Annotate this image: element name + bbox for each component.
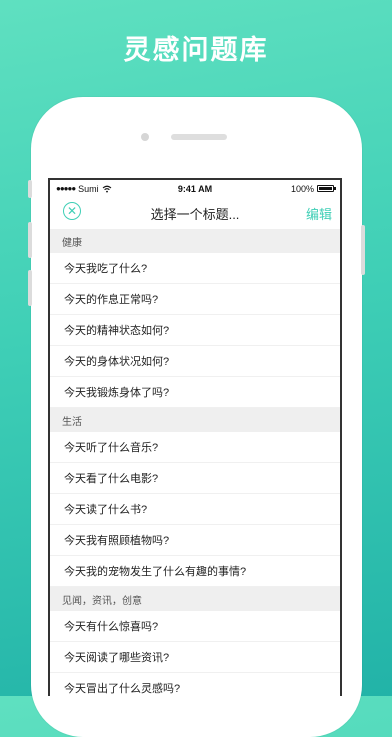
list-item[interactable]: 今天我锻炼身体了吗?: [50, 377, 340, 408]
section-header: 健康: [50, 229, 340, 253]
signal-icon: ●●●●●: [56, 184, 76, 193]
list-item[interactable]: 今天听了什么音乐?: [50, 432, 340, 463]
close-icon[interactable]: ✕: [63, 202, 81, 220]
list-item[interactable]: 今天阅读了哪些资讯?: [50, 642, 340, 673]
list-item[interactable]: 今天有什么惊喜吗?: [50, 611, 340, 642]
battery-icon: [317, 185, 336, 192]
earpiece-speaker: [171, 134, 227, 140]
list-item[interactable]: 今天的精神状态如何?: [50, 315, 340, 346]
battery-percent: 100%: [290, 183, 314, 194]
list-item[interactable]: 今天读了什么书?: [50, 494, 340, 525]
list-item[interactable]: 今天我有照顾植物吗?: [50, 525, 340, 556]
question-list: 健康 今天我吃了什么? 今天的作息正常吗? 今天的精神状态如何? 今天的身体状况如何? 今…: [50, 229, 340, 696]
list-item[interactable]: 今天我吃了什么?: [50, 253, 340, 284]
list-item[interactable]: 今天看了什么电影?: [50, 463, 340, 494]
phone-screen: ●●●●● Sumi 9:41 AM 100% ✕ 选择一个标题... 编辑 健…: [48, 178, 342, 696]
wifi-icon: [102, 185, 112, 192]
power-button: [361, 225, 365, 275]
promo-title: 灵感问题库: [123, 35, 269, 66]
section-header: 见闻，资讯，创意: [50, 587, 340, 611]
nav-title: 选择一个标题...: [150, 206, 240, 222]
front-camera: [141, 133, 149, 141]
list-item[interactable]: 今天的身体状况如何?: [50, 346, 340, 377]
mute-switch: [28, 180, 32, 198]
edit-button[interactable]: 编辑: [306, 204, 332, 223]
volume-down-button: [28, 270, 32, 306]
nav-bar: ✕ 选择一个标题... 编辑: [50, 197, 340, 229]
status-left: ●●●●● Sumi: [56, 184, 112, 194]
list-item[interactable]: 今天的作息正常吗?: [50, 284, 340, 315]
status-bar: ●●●●● Sumi 9:41 AM 100%: [50, 180, 340, 197]
section-header: 生活: [50, 408, 340, 432]
list-item[interactable]: 今天我的宠物发生了什么有趣的事情?: [50, 556, 340, 587]
list-item[interactable]: 今天冒出了什么灵感吗?: [50, 673, 340, 696]
volume-up-button: [28, 222, 32, 258]
carrier-label: Sumi: [78, 183, 99, 194]
status-right: 100%: [290, 183, 336, 194]
